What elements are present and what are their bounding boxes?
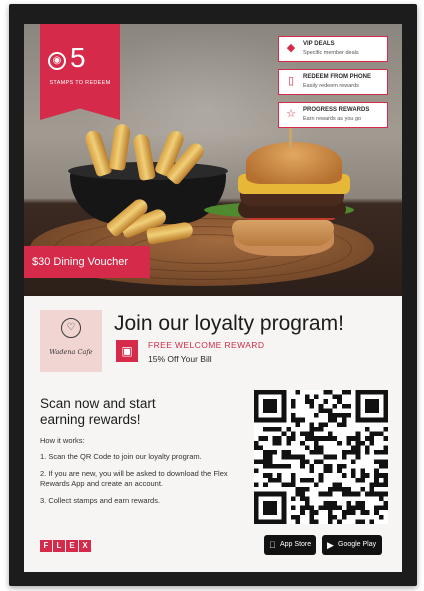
stamps-ribbon: ◉ 5 STAMPS TO REDEEM: [40, 24, 120, 120]
stamps-count: 5: [70, 42, 86, 73]
flex-logo-letter: L: [53, 540, 65, 552]
flex-logo-letter: E: [66, 540, 78, 552]
burger-bottom-bun: [232, 220, 334, 246]
page-title: Join our loyalty program!: [114, 312, 344, 335]
cafe-logo: ♡ Wadena Cafe: [40, 310, 102, 372]
diamond-icon: ◆: [286, 42, 296, 54]
scan-heading-line: earning rewards!: [40, 412, 141, 427]
feature-progress-rewards: ☆ PROGRESS REWARDS Earn rewards as you g…: [278, 102, 388, 128]
feature-redeem-from-phone: ▯ REDEEM FROM PHONE Easily redeem reward…: [278, 69, 388, 95]
qr-code[interactable]: [254, 390, 388, 524]
app-store-label: App Store: [280, 541, 312, 548]
feature-title: PROGRESS REWARDS: [303, 107, 370, 113]
phone-icon: ▯: [287, 75, 295, 87]
play-icon: ▶: [327, 540, 334, 550]
feature-vip-deals: ◆ VIP DEALS Specific member deals: [278, 36, 388, 62]
flex-logo-letter: X: [79, 540, 91, 552]
poster: ◉ 5 STAMPS TO REDEEM ◆ VIP DEALS Specifi…: [24, 24, 402, 572]
gift-icon: ▣: [116, 340, 138, 362]
apple-icon: : [269, 535, 276, 555]
steps-list: 1. Scan the QR Code to join our loyalty …: [40, 452, 246, 513]
hero-image: ◉ 5 STAMPS TO REDEEM ◆ VIP DEALS Specifi…: [24, 24, 402, 296]
list-item: 1. Scan the QR Code to join our loyalty …: [40, 452, 202, 461]
list-item: 2. If you are new, you will be asked to …: [40, 469, 228, 488]
cafe-logo-mark-icon: ♡: [61, 318, 81, 338]
list-item: 3. Collect stamps and earn rewards.: [40, 496, 161, 505]
star-icon: ☆: [286, 108, 296, 120]
reward-offer: 15% Off Your Bill: [148, 354, 212, 364]
voucher-banner: $30 Dining Voucher: [24, 246, 150, 278]
app-store-badge[interactable]:  App Store: [264, 535, 316, 555]
scan-heading: Scan now and start earning rewards!: [40, 396, 230, 428]
feature-title: VIP DEALS: [303, 41, 335, 47]
stamps-label: STAMPS TO REDEEM: [49, 80, 111, 86]
google-play-badge[interactable]: ▶ Google Play: [322, 535, 382, 555]
flex-logo: FLEX: [40, 540, 92, 556]
burger-top-bun: [246, 142, 342, 184]
how-it-works-label: How it works:: [40, 436, 85, 445]
flex-logo-letter: F: [40, 540, 52, 552]
feature-title: REDEEM FROM PHONE: [303, 74, 372, 80]
gift-icon: ◉: [48, 52, 66, 70]
google-play-label: Google Play: [338, 541, 377, 548]
feature-subtitle: Specific member deals: [303, 50, 359, 56]
cafe-logo-name: Wadena Cafe: [49, 348, 93, 356]
feature-subtitle: Earn rewards as you go: [303, 116, 362, 122]
scan-heading-line: Scan now and start: [40, 396, 156, 411]
feature-subtitle: Easily redeem rewards: [303, 83, 359, 89]
reward-label: FREE WELCOME REWARD: [148, 340, 265, 350]
